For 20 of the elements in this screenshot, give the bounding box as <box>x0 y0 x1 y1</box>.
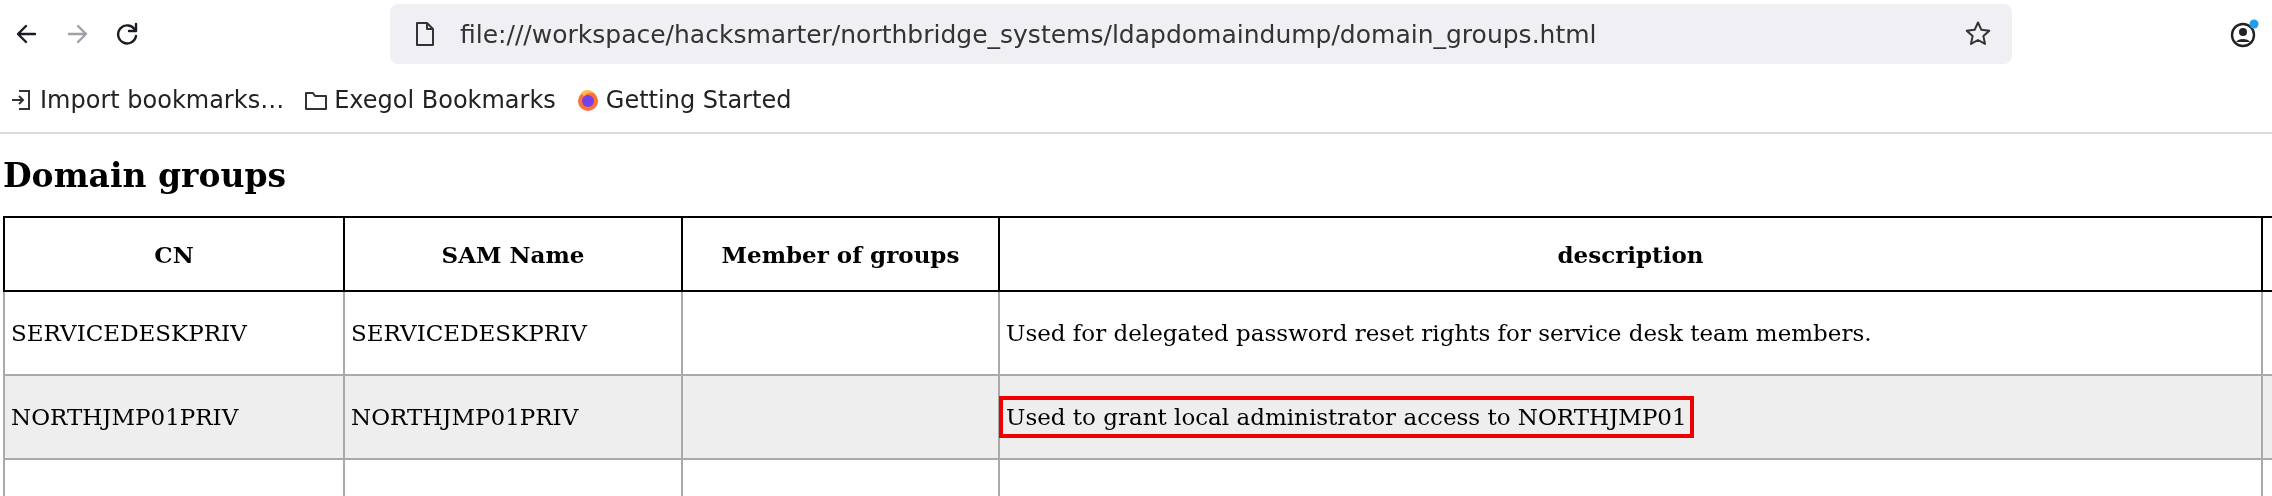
account-icon[interactable] <box>2228 18 2260 50</box>
star-icon[interactable] <box>1964 20 1992 48</box>
table-cell-text: NORTHJMP01PRIV <box>10 403 240 432</box>
address-bar[interactable]: file:///workspace/hacksmarter/northbridge_systems/ldapdomaindump/domain_groups.html <box>390 4 2012 64</box>
page-icon <box>414 21 436 47</box>
bookmark-item[interactable]: Getting Started <box>575 86 792 114</box>
table-cell-text: SERVICEDESKPRIV <box>350 319 589 348</box>
column-header: SAM Name <box>344 217 682 291</box>
browser-logo-icon <box>575 88 600 112</box>
table-cell-text: SERVICEDESKPRIV <box>10 319 249 348</box>
table-cell-text: Used for delegated password reset rights for service desk team members. <box>1005 319 1873 348</box>
url-text: file:///workspace/hacksmarter/northbridge_systems/ldapdomaindump/domain_groups.html <box>460 19 1598 49</box>
table-cell: Used to grant local administrator access to NORTHJMP01 <box>999 396 1694 438</box>
table-cell-text: NORTHJMP01PRIV <box>350 403 580 432</box>
bookmark-item[interactable]: Exegol Bookmarks <box>304 86 556 114</box>
bookmark-item[interactable]: Import bookmarks… <box>10 86 285 114</box>
column-header: CN <box>4 217 344 291</box>
column-header: Member of groups <box>682 217 999 291</box>
page-heading: Domain groups <box>3 156 288 196</box>
column-header: description <box>999 217 2262 291</box>
